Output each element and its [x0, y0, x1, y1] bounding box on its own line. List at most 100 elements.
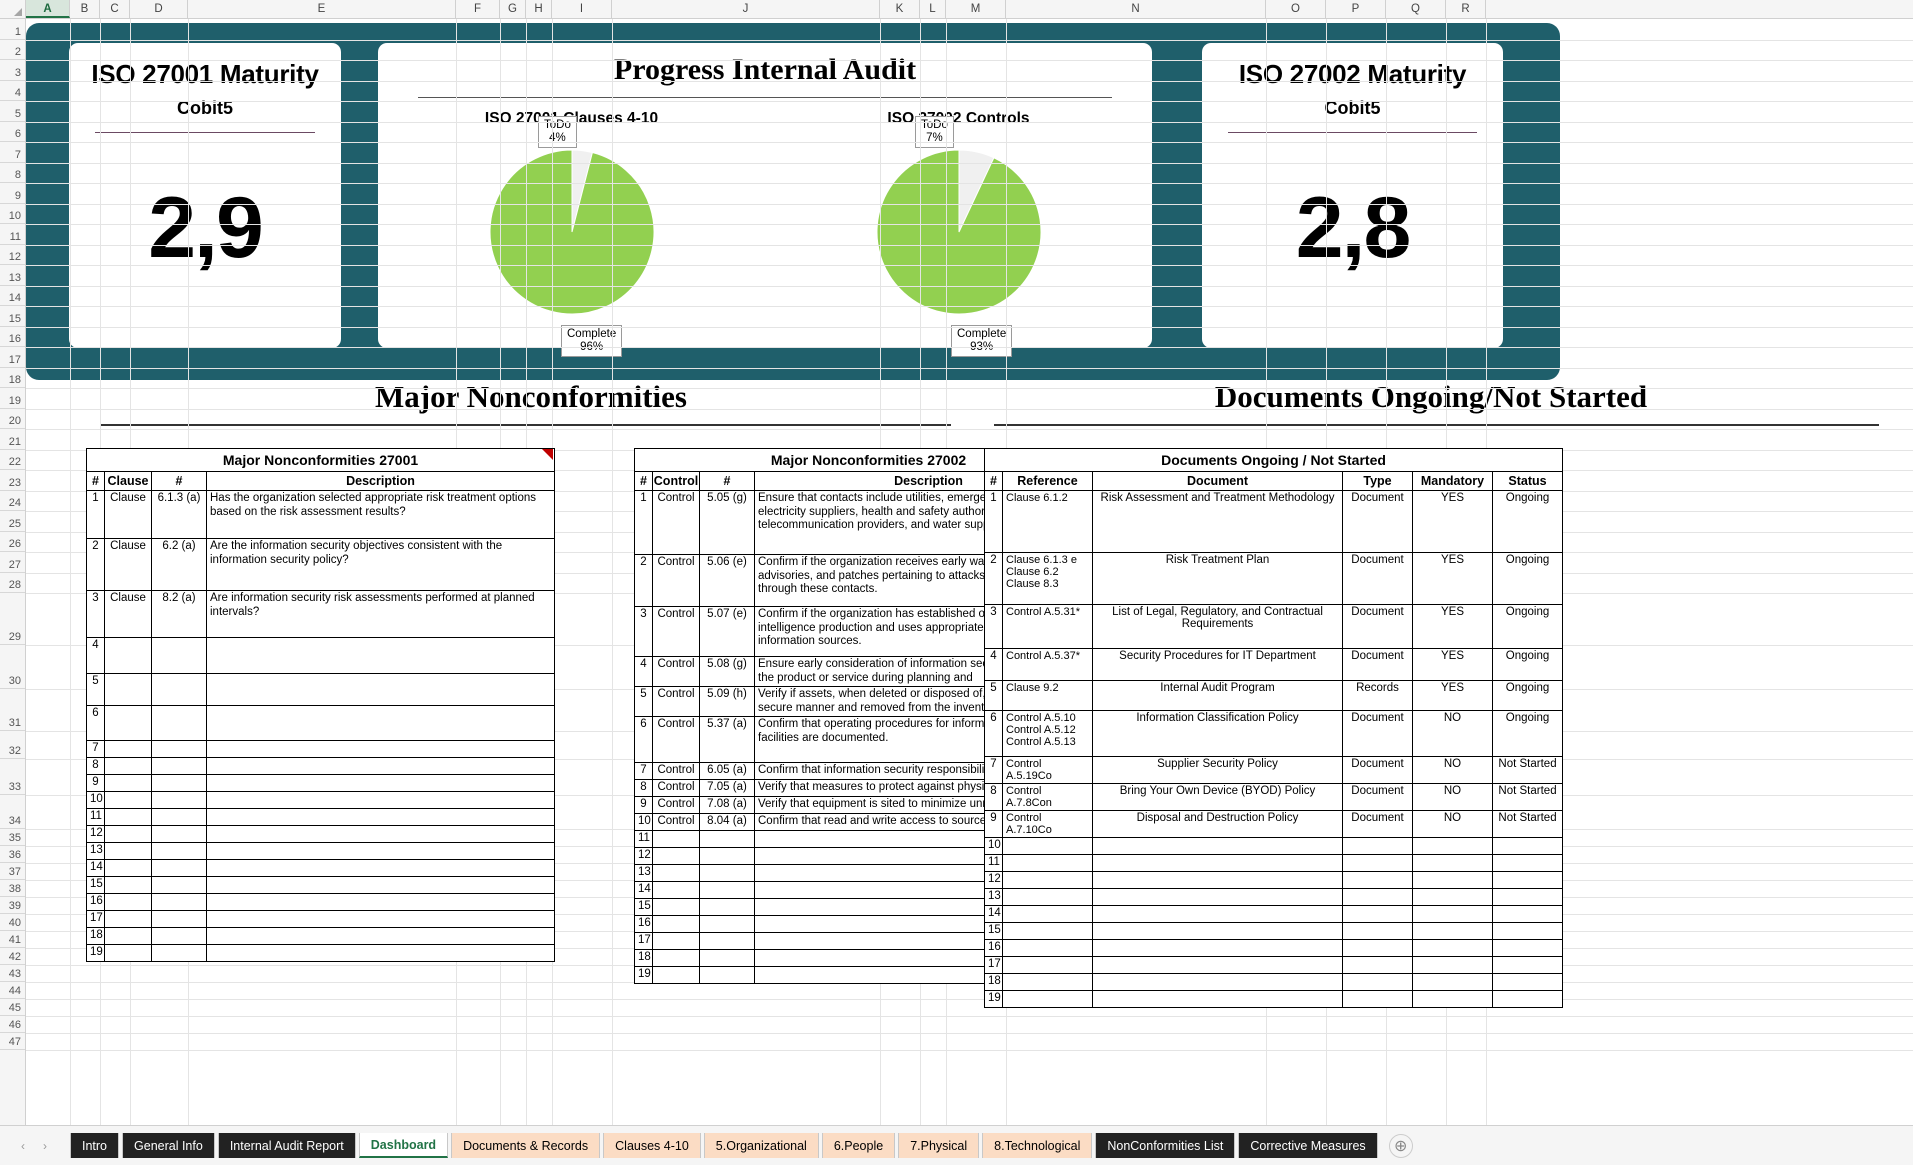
row-header-29[interactable]: 29: [0, 593, 25, 645]
row-header-6[interactable]: 6: [0, 122, 25, 143]
row-header-13[interactable]: 13: [0, 265, 25, 286]
row-header-46[interactable]: 46: [0, 1016, 25, 1033]
row-header-35[interactable]: 35: [0, 829, 25, 846]
documents-row9-type: [1343, 838, 1413, 855]
sheet-tab-internal-audit-report[interactable]: Internal Audit Report: [218, 1133, 356, 1158]
row-header-30[interactable]: 30: [0, 645, 25, 689]
sheet-tab-dashboard[interactable]: Dashboard: [359, 1133, 448, 1158]
row-header-21[interactable]: 21: [0, 429, 25, 450]
row-header-7[interactable]: 7: [0, 142, 25, 163]
sheet-tab-7-physical[interactable]: 7.Physical: [898, 1133, 979, 1158]
row-header-40[interactable]: 40: [0, 914, 25, 931]
pie-slice-complete: [490, 150, 654, 314]
row-header-39[interactable]: 39: [0, 897, 25, 914]
column-header-D[interactable]: D: [130, 0, 188, 18]
column-header-I[interactable]: I: [552, 0, 612, 18]
row-header-47[interactable]: 47: [0, 1033, 25, 1050]
row-header-19[interactable]: 19: [0, 388, 25, 409]
table-nonconformities-27001-row4-desc: [207, 674, 555, 706]
row-header-8[interactable]: 8: [0, 163, 25, 184]
column-header-bar[interactable]: ABCDEFGHIJKLMNOPQR: [0, 0, 1913, 19]
select-all-corner[interactable]: [0, 0, 26, 18]
row-header-44[interactable]: 44: [0, 982, 25, 999]
row-header-36[interactable]: 36: [0, 846, 25, 863]
row-header-gutter[interactable]: 1234567891011121314151617181920212223242…: [0, 19, 26, 1125]
table-nonconformities-27002-row9-kind: Control: [653, 814, 700, 831]
column-header-O[interactable]: O: [1266, 0, 1326, 18]
pie0-wrap-label-complete: Complete96%: [561, 325, 622, 357]
column-header-G[interactable]: G: [500, 0, 526, 18]
row-header-5[interactable]: 5: [0, 101, 25, 122]
row-header-24[interactable]: 24: [0, 491, 25, 512]
next-sheet-arrow[interactable]: ›: [34, 1135, 56, 1157]
row-header-42[interactable]: 42: [0, 948, 25, 965]
row-header-41[interactable]: 41: [0, 931, 25, 948]
row-header-26[interactable]: 26: [0, 532, 25, 553]
sheet-tab-8-technological[interactable]: 8.Technological: [982, 1133, 1092, 1158]
row-header-11[interactable]: 11: [0, 224, 25, 245]
row-header-12[interactable]: 12: [0, 245, 25, 266]
row-header-3[interactable]: 3: [0, 60, 25, 81]
row-header-22[interactable]: 22: [0, 450, 25, 471]
row-header-27[interactable]: 27: [0, 552, 25, 573]
table-row: 4: [87, 638, 555, 674]
row-header-31[interactable]: 31: [0, 689, 25, 731]
table-nonconformities-27001-row10-desc: [207, 809, 555, 826]
row-header-28[interactable]: 28: [0, 573, 25, 594]
row-header-15[interactable]: 15: [0, 306, 25, 327]
row-header-38[interactable]: 38: [0, 880, 25, 897]
worksheet-grid[interactable]: ISO 27001 Maturity Cobit5 2,9 Progress I…: [26, 19, 1913, 1125]
column-header-L[interactable]: L: [920, 0, 946, 18]
sheet-tab-general-info[interactable]: General Info: [122, 1133, 215, 1158]
column-header-F[interactable]: F: [456, 0, 500, 18]
column-header-E[interactable]: E: [188, 0, 456, 18]
sheet-tab-bar[interactable]: ‹ › IntroGeneral InfoInternal Audit Repo…: [0, 1125, 1913, 1165]
sheet-tab-6-people[interactable]: 6.People: [822, 1133, 895, 1158]
sheet-tab-corrective-measures[interactable]: Corrective Measures: [1238, 1133, 1377, 1158]
column-header-N[interactable]: N: [1006, 0, 1266, 18]
column-header-H[interactable]: H: [526, 0, 552, 18]
documents-row0-type: Document: [1343, 491, 1413, 553]
column-header-M[interactable]: M: [946, 0, 1006, 18]
sheet-tab-clauses-4-10[interactable]: Clauses 4-10: [603, 1133, 701, 1158]
grid-row-line: [26, 142, 1913, 143]
row-header-4[interactable]: 4: [0, 81, 25, 102]
sheet-tab-nonconformities-list[interactable]: NonConformities List: [1095, 1133, 1235, 1158]
table-nonconformities-27001-row15-ref: [152, 894, 207, 911]
row-header-2[interactable]: 2: [0, 40, 25, 61]
column-header-A[interactable]: A: [26, 0, 70, 18]
row-header-9[interactable]: 9: [0, 183, 25, 204]
column-header-R[interactable]: R: [1446, 0, 1486, 18]
row-header-25[interactable]: 25: [0, 511, 25, 532]
sheet-tab-documents-records[interactable]: Documents & Records: [451, 1133, 600, 1158]
column-header-P[interactable]: P: [1326, 0, 1386, 18]
column-header-B[interactable]: B: [70, 0, 100, 18]
sheet-tab-intro[interactable]: Intro: [70, 1133, 119, 1158]
row-header-10[interactable]: 10: [0, 204, 25, 225]
prev-sheet-arrow[interactable]: ‹: [12, 1135, 34, 1157]
row-header-14[interactable]: 14: [0, 286, 25, 307]
row-header-34[interactable]: 34: [0, 795, 25, 829]
column-header-C[interactable]: C: [100, 0, 130, 18]
column-header-K[interactable]: K: [880, 0, 920, 18]
row-header-16[interactable]: 16: [0, 327, 25, 348]
row-header-1[interactable]: 1: [0, 19, 25, 40]
row-header-45[interactable]: 45: [0, 999, 25, 1016]
documents-row8-mandatory: NO: [1413, 811, 1493, 838]
row-header-18[interactable]: 18: [0, 368, 25, 389]
row-header-32[interactable]: 32: [0, 731, 25, 759]
sheet-tab-5-organizational[interactable]: 5.Organizational: [704, 1133, 819, 1158]
pie-chart-clauses: ISO 27001 Clauses 4-10 ToDo4%Complete96%: [378, 98, 765, 356]
add-sheet-icon[interactable]: ⊕: [1389, 1134, 1413, 1158]
grid-row-line: [26, 265, 1913, 266]
row-header-37[interactable]: 37: [0, 863, 25, 880]
row-header-23[interactable]: 23: [0, 470, 25, 491]
column-header-Q[interactable]: Q: [1386, 0, 1446, 18]
row-header-33[interactable]: 33: [0, 759, 25, 795]
row-header-43[interactable]: 43: [0, 965, 25, 982]
table-row: 1Clause 6.1.2Risk Assessment and Treatme…: [985, 491, 1563, 553]
grid-row-line: [26, 40, 1913, 41]
column-header-J[interactable]: J: [612, 0, 880, 18]
row-header-20[interactable]: 20: [0, 409, 25, 430]
row-header-17[interactable]: 17: [0, 347, 25, 368]
